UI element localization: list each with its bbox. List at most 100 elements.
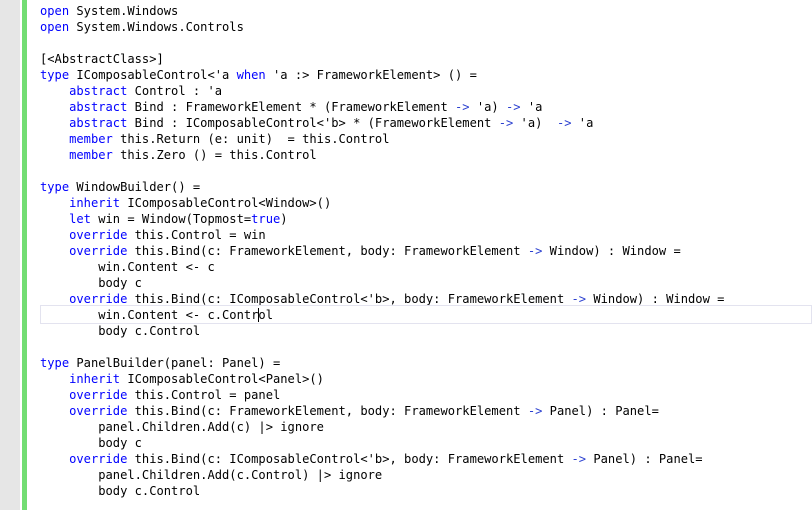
code-text: Panel) : Panel= bbox=[586, 452, 703, 466]
code-text: this.Bind(c: IComposableControl<'b>, bod… bbox=[127, 452, 572, 466]
code-line[interactable]: abstract Bind : IComposableControl<'b> *… bbox=[40, 115, 593, 131]
code-text-area[interactable]: open System.Windows open System.Windows.C… bbox=[0, 0, 812, 510]
code-keyword: override bbox=[69, 228, 128, 242]
code-line[interactable]: body c bbox=[40, 275, 142, 291]
code-text: panel.Children.Add(c) |> ignore bbox=[40, 420, 324, 434]
code-line[interactable]: override this.Bind(c: FrameworkElement, … bbox=[40, 243, 681, 259]
code-keyword: override bbox=[69, 404, 128, 418]
code-text: PanelBuilder(panel: Panel) = bbox=[69, 356, 281, 370]
code-line[interactable]: body c.Control bbox=[40, 483, 200, 499]
code-text: 'a :> FrameworkElement> () = bbox=[265, 68, 477, 82]
code-editor[interactable]: open System.Windows open System.Windows.C… bbox=[0, 0, 812, 510]
code-text: body c.Control bbox=[40, 324, 201, 338]
code-text: System.Windows.Controls bbox=[69, 20, 244, 34]
code-line[interactable]: override this.Control = win bbox=[40, 227, 266, 243]
code-text: Control : 'a bbox=[127, 84, 223, 98]
code-text: panel.Children.Add(c.Control) |> ignore bbox=[40, 468, 383, 482]
code-line[interactable]: type IComposableControl<'a when 'a :> Fr… bbox=[40, 67, 477, 83]
code-keyword: inherit bbox=[69, 372, 121, 386]
code-text: this.Zero () = this.Control bbox=[112, 148, 317, 162]
code-text: this.Bind(c: FrameworkElement, body: Fra… bbox=[127, 404, 528, 418]
code-line[interactable]: open System.Windows.Controls bbox=[40, 19, 244, 35]
text-caret bbox=[257, 308, 259, 322]
code-line[interactable] bbox=[40, 35, 47, 51]
code-text: this.Control = panel bbox=[127, 388, 281, 402]
code-text: 'a bbox=[520, 100, 543, 114]
code-line[interactable]: type PanelBuilder(panel: Panel) = bbox=[40, 355, 280, 371]
code-line[interactable]: type WindowBuilder() = bbox=[40, 179, 200, 195]
code-line[interactable]: [<AbstractClass>] bbox=[40, 51, 164, 67]
code-text: System.Windows bbox=[69, 4, 179, 18]
code-line[interactable]: override this.Bind(c: IComposableControl… bbox=[40, 451, 703, 467]
code-text: win.Content <- c.Control bbox=[40, 308, 273, 322]
code-text: WindowBuilder() = bbox=[69, 180, 201, 194]
code-operator: -> bbox=[556, 116, 572, 130]
code-operator: -> bbox=[506, 100, 521, 114]
code-line[interactable]: open System.Windows bbox=[40, 3, 178, 19]
code-text: IComposableControl<'a bbox=[69, 68, 237, 82]
code-text: 'a) bbox=[513, 116, 557, 130]
code-text: this.Return (e: unit) = this.Control bbox=[112, 132, 390, 146]
code-text: body c bbox=[40, 436, 142, 450]
code-text: this.Bind(c: IComposableControl<'b>, bod… bbox=[127, 292, 572, 306]
code-keyword: abstract bbox=[69, 116, 128, 130]
code-line[interactable]: body c.Control bbox=[40, 323, 200, 339]
code-keyword: override bbox=[69, 292, 128, 306]
code-line[interactable]: override this.Control = panel bbox=[40, 387, 280, 403]
code-text: Panel) : Panel= bbox=[542, 404, 659, 418]
code-line[interactable]: panel.Children.Add(c) |> ignore bbox=[40, 419, 324, 435]
code-text: body c.Control bbox=[40, 484, 201, 498]
code-keyword: inherit bbox=[69, 196, 121, 210]
code-line[interactable]: panel.Children.Add(c.Control) |> ignore bbox=[40, 467, 382, 483]
code-line[interactable]: inherit IComposableControl<Panel>() bbox=[40, 371, 324, 387]
code-line[interactable]: abstract Bind : FrameworkElement * (Fram… bbox=[40, 99, 542, 115]
code-text: Bind : IComposableControl<'b> * (Framewo… bbox=[127, 116, 499, 130]
code-operator: -> bbox=[455, 100, 470, 114]
code-line[interactable]: override this.Bind(c: IComposableControl… bbox=[40, 291, 724, 307]
code-operator: -> bbox=[571, 452, 587, 466]
code-text: IComposableControl<Window>() bbox=[120, 196, 332, 210]
code-line[interactable]: member this.Return (e: unit) = this.Cont… bbox=[40, 131, 390, 147]
code-text: body c bbox=[40, 276, 142, 290]
code-line[interactable] bbox=[40, 163, 47, 179]
code-text: Window) : Window = bbox=[542, 244, 681, 258]
code-line[interactable]: body c bbox=[40, 435, 142, 451]
code-operator: -> bbox=[571, 292, 587, 306]
code-line[interactable] bbox=[40, 339, 47, 355]
code-line[interactable]: let win = Window(Topmost=true) bbox=[40, 211, 287, 227]
code-line[interactable]: inherit IComposableControl<Window>() bbox=[40, 195, 331, 211]
code-keyword: type bbox=[40, 180, 70, 194]
code-keyword: override bbox=[69, 452, 128, 466]
code-text: IComposableControl<Panel>() bbox=[120, 372, 324, 386]
code-operator: -> bbox=[498, 116, 514, 130]
code-line[interactable]: abstract Control : 'a bbox=[40, 83, 222, 99]
code-line[interactable]: win.Content <- c.Control bbox=[40, 307, 273, 323]
code-text: this.Control = win bbox=[127, 228, 266, 242]
code-text: [<AbstractClass>] bbox=[40, 52, 164, 66]
code-keyword: override bbox=[69, 388, 128, 402]
code-line[interactable]: win.Content <- c bbox=[40, 259, 215, 275]
code-keyword: open bbox=[40, 4, 70, 18]
code-line[interactable]: override this.Bind(c: FrameworkElement, … bbox=[40, 403, 659, 419]
code-keyword: member bbox=[69, 148, 113, 162]
code-keyword: type bbox=[40, 68, 70, 82]
code-line[interactable]: member this.Zero () = this.Control bbox=[40, 147, 317, 163]
code-operator: -> bbox=[527, 404, 543, 418]
code-operator: -> bbox=[527, 244, 543, 258]
code-text: 'a bbox=[571, 116, 594, 130]
code-keyword: open bbox=[40, 20, 70, 34]
code-keyword: abstract bbox=[69, 84, 128, 98]
code-text: win = Window(Topmost= bbox=[90, 212, 252, 226]
code-text: 'a) bbox=[469, 100, 506, 114]
